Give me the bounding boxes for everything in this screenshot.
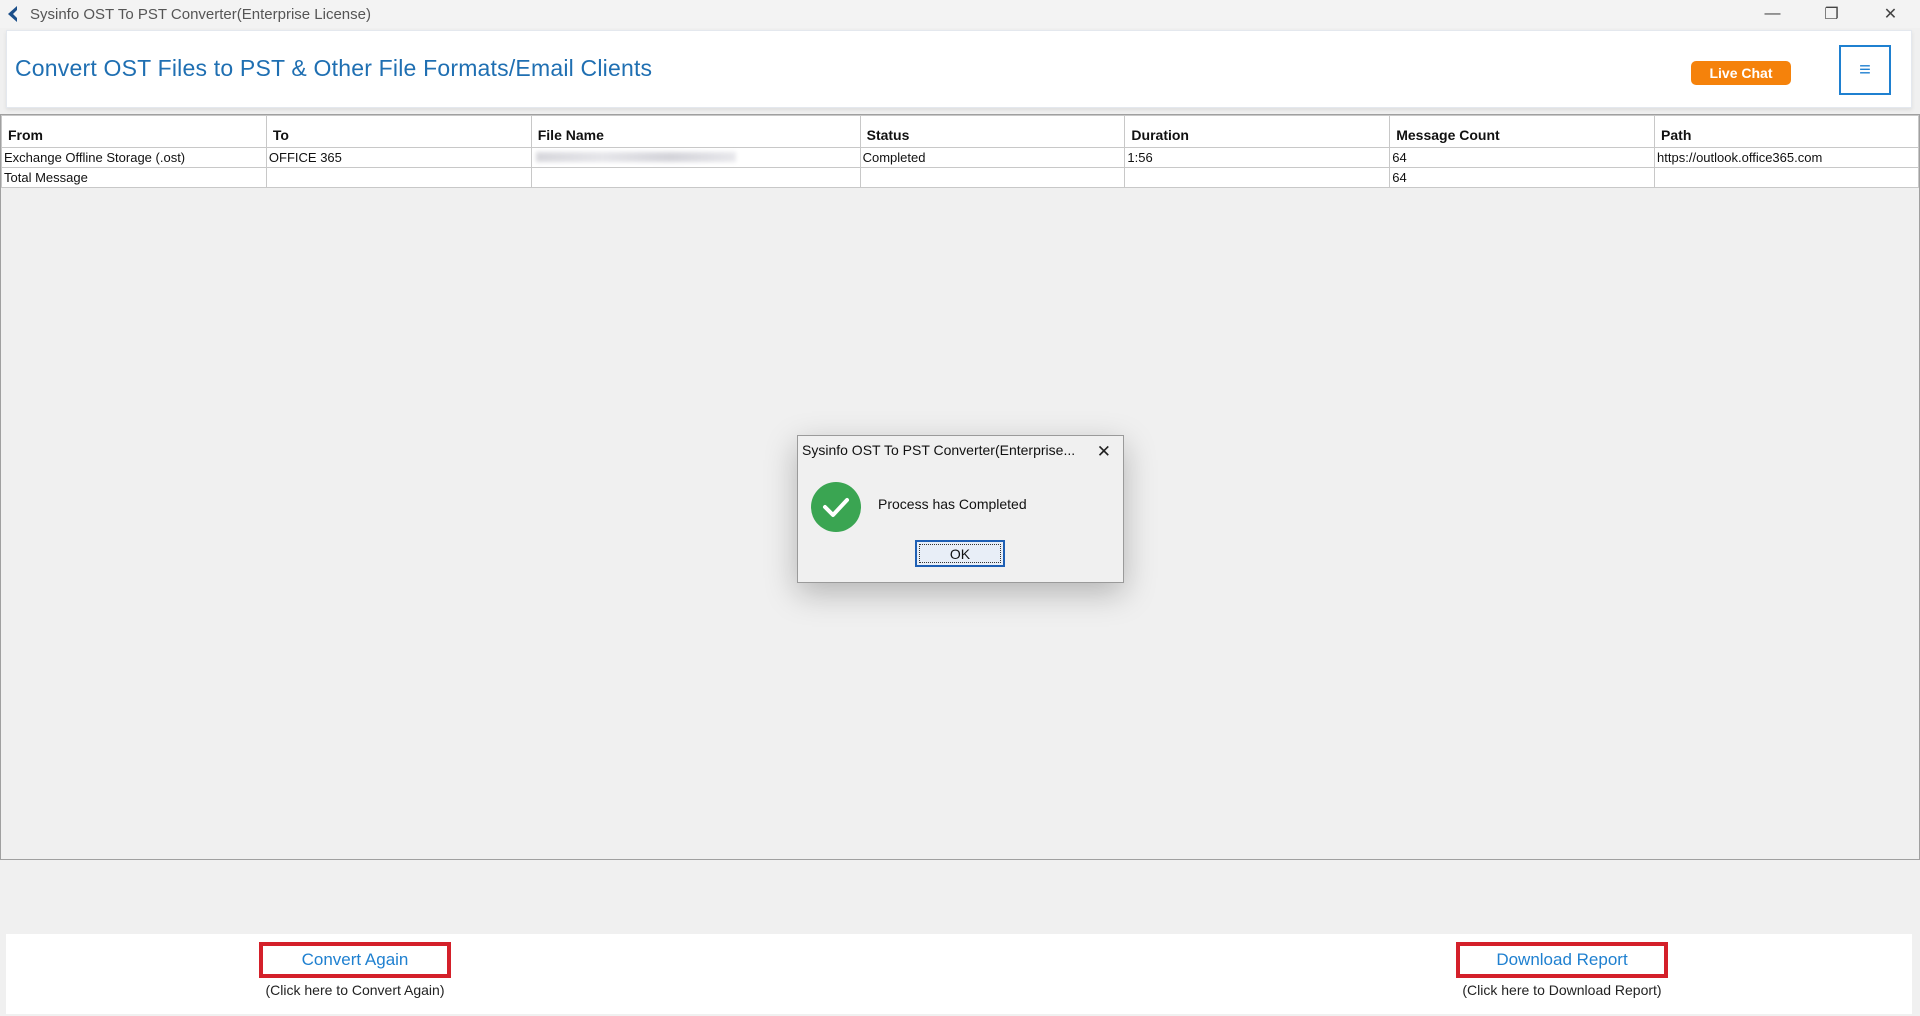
title-bar: Sysinfo OST To PST Converter(Enterprise …: [0, 0, 1920, 28]
cell-to: OFFICE 365: [265, 147, 532, 168]
cell-file-name: [530, 147, 861, 168]
app-logo-icon: [4, 5, 22, 23]
window-controls: — ❐ ✕: [1743, 0, 1920, 28]
download-report-button[interactable]: Download Report: [1456, 942, 1668, 978]
column-header-status[interactable]: Status: [859, 115, 1126, 148]
table-total-row[interactable]: Total Message 64: [1, 167, 1919, 188]
table-row[interactable]: Exchange Offline Storage (.ost) OFFICE 3…: [1, 147, 1919, 168]
column-header-message-count[interactable]: Message Count: [1389, 115, 1656, 148]
convert-again-hint: (Click here to Convert Again): [265, 982, 445, 998]
cell-from: Exchange Offline Storage (.ost): [1, 147, 267, 168]
convert-again-button[interactable]: Convert Again: [259, 942, 451, 978]
column-header-path[interactable]: Path: [1654, 115, 1919, 148]
column-header-duration[interactable]: Duration: [1124, 115, 1391, 148]
results-table: From To File Name Status Duration Messag…: [1, 115, 1919, 188]
hamburger-menu-icon: ≡: [1859, 58, 1871, 81]
column-header-file-name[interactable]: File Name: [530, 115, 861, 148]
completion-dialog: Sysinfo OST To PST Converter(Enterprise.…: [797, 435, 1124, 583]
ok-button[interactable]: OK: [915, 540, 1005, 567]
dialog-close-icon[interactable]: ✕: [1097, 442, 1111, 462]
cell-duration: [1124, 167, 1391, 188]
dialog-title: Sysinfo OST To PST Converter(Enterprise.…: [802, 442, 1076, 458]
cell-message-count: 64: [1389, 147, 1656, 168]
cell-to: [265, 167, 532, 188]
table-header-row: From To File Name Status Duration Messag…: [1, 115, 1919, 148]
page-title: Convert OST Files to PST & Other File Fo…: [15, 55, 653, 81]
live-chat-button[interactable]: Live Chat: [1691, 61, 1791, 85]
close-button[interactable]: ✕: [1861, 0, 1920, 28]
menu-button[interactable]: ≡: [1839, 45, 1891, 95]
footer-panel: Convert Again (Click here to Convert Aga…: [6, 934, 1912, 1014]
redacted-file-name: [535, 152, 736, 162]
cell-path: https://outlook.office365.com: [1654, 147, 1919, 168]
restore-button[interactable]: ❐: [1802, 0, 1861, 28]
cell-path: [1654, 167, 1919, 188]
cell-status: Completed: [859, 147, 1126, 168]
dialog-message: Process has Completed: [878, 496, 1027, 512]
download-report-hint: (Click here to Download Report): [1462, 982, 1662, 998]
column-header-from[interactable]: From: [1, 115, 267, 148]
minimize-button[interactable]: —: [1743, 0, 1802, 28]
success-check-icon: [811, 482, 861, 532]
header-panel: Convert OST Files to PST & Other File Fo…: [6, 30, 1912, 108]
cell-duration: 1:56: [1124, 147, 1391, 168]
cell-status: [859, 167, 1126, 188]
cell-message-count: 64: [1389, 167, 1656, 188]
cell-from: Total Message: [1, 167, 267, 188]
column-header-to[interactable]: To: [265, 115, 532, 148]
window-title: Sysinfo OST To PST Converter(Enterprise …: [30, 5, 371, 23]
cell-file-name: [530, 167, 861, 188]
